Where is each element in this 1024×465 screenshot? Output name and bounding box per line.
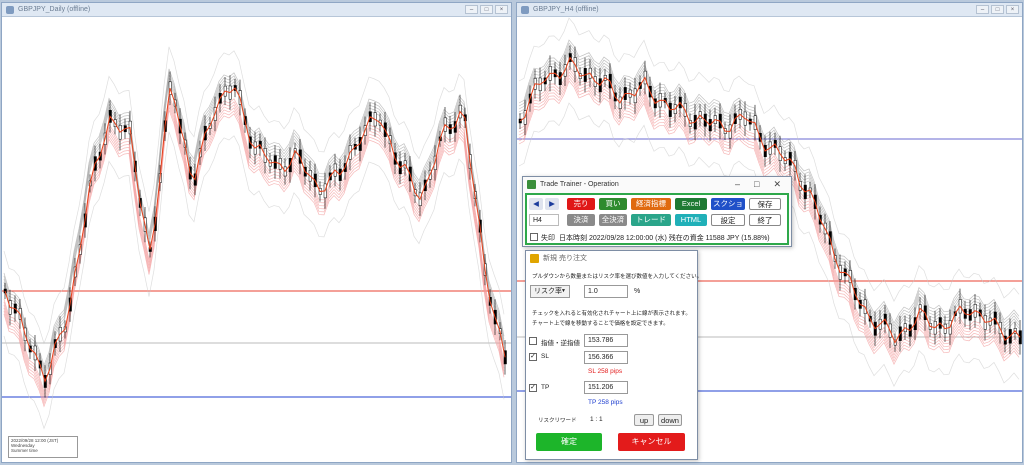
h4-titlebar[interactable]: GBPJPY_H4 (offline) – □ × [517, 3, 1022, 17]
chart-window-icon [6, 5, 14, 14]
daily-candlestick-chart[interactable] [2, 17, 511, 462]
limit-checkbox[interactable] [529, 337, 537, 345]
note-line-2: チャート上で線を移動することで価格を設定できます。 [532, 321, 669, 327]
info-time: Summer time [11, 448, 38, 453]
screenshot-button[interactable]: スクショ [711, 198, 745, 210]
sl-pips: SL 258 pips [588, 368, 623, 375]
order-title: 新規 売り注文 [543, 255, 587, 262]
sl-price-input[interactable]: 156.366 [584, 351, 628, 364]
html-button[interactable]: HTML [675, 214, 707, 226]
buy-button[interactable]: 買い [599, 198, 627, 210]
risk-reward-value: 1 : 1 [590, 416, 603, 423]
confirm-button[interactable]: 確定 [536, 433, 602, 451]
maximize-icon[interactable]: □ [754, 179, 759, 190]
excel-button[interactable]: Excel [675, 198, 707, 210]
status-text: 日本時刻 2022/09/28 12:00:00 (水) 残在の資金 11588… [559, 235, 770, 242]
trainer-title: Trade Trainer - Operation [540, 180, 619, 188]
maximize-icon[interactable]: □ [991, 5, 1004, 14]
minimize-icon[interactable]: – [735, 179, 740, 190]
indicator-line [3, 77, 505, 376]
settings-button[interactable]: 設定 [711, 214, 745, 226]
next-bar-button[interactable]: ▶ [545, 198, 559, 210]
settle-button[interactable]: 決済 [567, 214, 595, 226]
sell-order-dialog[interactable]: 新規 売り注文 プルダウンから数量またはリスク率を選び数値を入力してください。 … [525, 250, 702, 460]
up-button[interactable]: up [634, 414, 654, 426]
exit-button[interactable]: 終了 [749, 214, 781, 226]
prev-bar-button[interactable]: ◀ [529, 198, 543, 210]
chart-info-box: 2022/09/28 12:00 (JST) Wednesday Summer … [8, 436, 78, 458]
limit-label: 指値・逆指値 [541, 340, 580, 347]
tp-pips: TP 258 pips [588, 399, 623, 406]
close-icon[interactable]: × [495, 5, 508, 14]
minimize-icon[interactable]: – [465, 5, 478, 14]
h4-window-title: GBPJPY_H4 (offline) [533, 6, 599, 13]
tp-checkbox[interactable]: ✓ [529, 384, 537, 392]
mode-select[interactable]: リスク率 ▼ [530, 285, 570, 298]
sl-checkbox[interactable]: ✓ [529, 353, 537, 361]
mode-select-value: リスク率 [534, 288, 562, 295]
arrow-checkbox[interactable] [530, 233, 538, 241]
order-titlebar[interactable]: 新規 売り注文 [526, 251, 697, 265]
sell-button[interactable]: 売り [567, 198, 595, 210]
trade-button[interactable]: トレード [631, 214, 671, 226]
save-button[interactable]: 保存 [749, 198, 781, 210]
down-button[interactable]: down [658, 414, 682, 426]
minimize-icon[interactable]: – [976, 5, 989, 14]
daily-titlebar[interactable]: GBPJPY_Daily (offline) – □ × [2, 3, 511, 17]
indicator-line [3, 68, 505, 367]
trainer-titlebar[interactable]: Trade Trainer - Operation – □ ✕ [523, 177, 791, 191]
chevron-down-icon: ▼ [561, 288, 566, 294]
daily-window-title: GBPJPY_Daily (offline) [18, 6, 91, 13]
indicator-line [3, 74, 505, 373]
risk-reward-label: リスクリワード [538, 418, 577, 424]
timeframe-select[interactable]: H4 [529, 214, 559, 226]
close-icon[interactable]: ✕ [773, 179, 781, 190]
indicator-line [3, 94, 505, 393]
arrow-checkbox-label: 失印 [541, 235, 555, 242]
trainer-app-icon [527, 179, 536, 189]
note-line-1: チェックを入れると有効化されチャート上に線が表示されます。 [532, 311, 691, 317]
settle-all-button[interactable]: 全決済 [599, 214, 627, 226]
daily-chart-window[interactable]: GBPJPY_Daily (offline) – □ × 2022/09/28 12… [1, 2, 512, 463]
economic-indicator-button[interactable]: 経済指標 [631, 198, 671, 210]
limit-price-input[interactable]: 153.786 [584, 334, 628, 347]
maximize-icon[interactable]: □ [480, 5, 493, 14]
risk-value-input[interactable]: 1.0 [584, 285, 628, 298]
tp-label: TP [541, 384, 550, 391]
sl-label: SL [541, 353, 549, 360]
chart-window-icon [521, 5, 529, 14]
order-description: プルダウンから数量またはリスク率を選び数値を入力してください。 [532, 274, 703, 280]
unit-label: % [634, 288, 641, 295]
cancel-button[interactable]: キャンセル [618, 433, 685, 451]
order-app-icon [530, 253, 539, 263]
tp-price-input[interactable]: 151.206 [584, 381, 628, 394]
trade-trainer-dialog[interactable]: Trade Trainer - Operation – □ ✕ ◀ ▶ 売り 買い … [522, 176, 792, 247]
close-icon[interactable]: × [1006, 5, 1019, 14]
